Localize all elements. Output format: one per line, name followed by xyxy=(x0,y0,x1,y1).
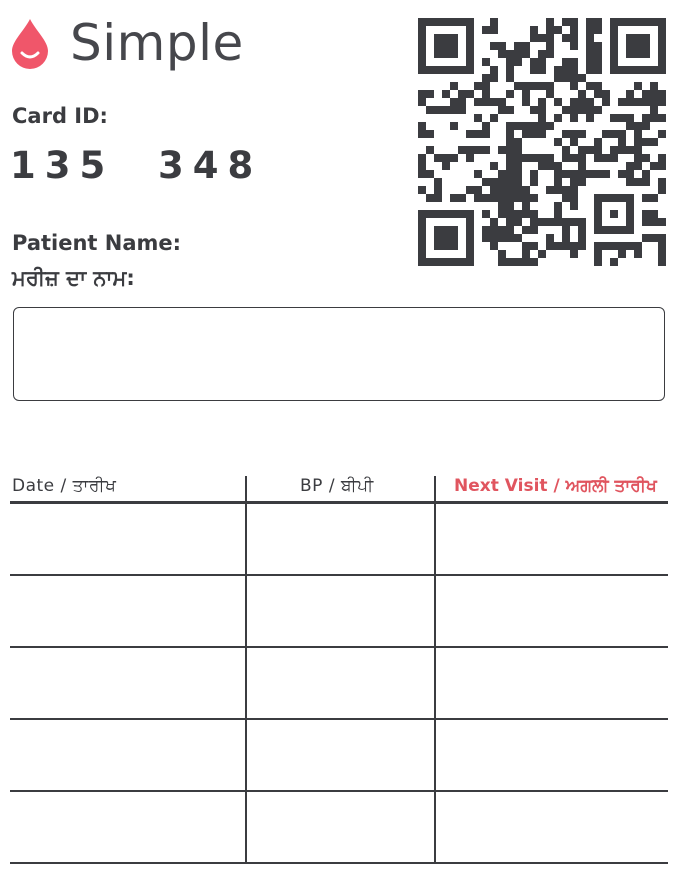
logo: Simple xyxy=(10,14,244,72)
brand-name: Simple xyxy=(70,14,244,72)
qr-code-icon xyxy=(418,18,666,270)
patient-name-label: Patient Name: xyxy=(12,231,182,255)
column-divider xyxy=(245,476,247,863)
column-divider xyxy=(434,476,436,863)
column-header-bp: BP / ਬੀਪੀ xyxy=(300,476,374,496)
card-id-value: 135 348 xyxy=(10,144,263,187)
column-header-date: Date / ਤਾਰੀਖ xyxy=(12,476,117,496)
table-row xyxy=(10,646,668,648)
table-row xyxy=(10,574,668,576)
table-row xyxy=(10,790,668,792)
blood-drop-icon xyxy=(10,17,50,69)
patient-name-field[interactable] xyxy=(13,307,665,401)
column-header-next-visit: Next Visit / ਅਗਲੀ ਤਾਰੀਖ xyxy=(454,476,657,496)
card-id-label: Card ID: xyxy=(12,104,108,128)
patient-name-label-punjabi: ਮਰੀਜ਼ ਦਾ ਨਾਮ: xyxy=(12,266,135,290)
table-header-rule xyxy=(10,501,668,504)
table-row xyxy=(10,862,668,864)
table-row xyxy=(10,718,668,720)
